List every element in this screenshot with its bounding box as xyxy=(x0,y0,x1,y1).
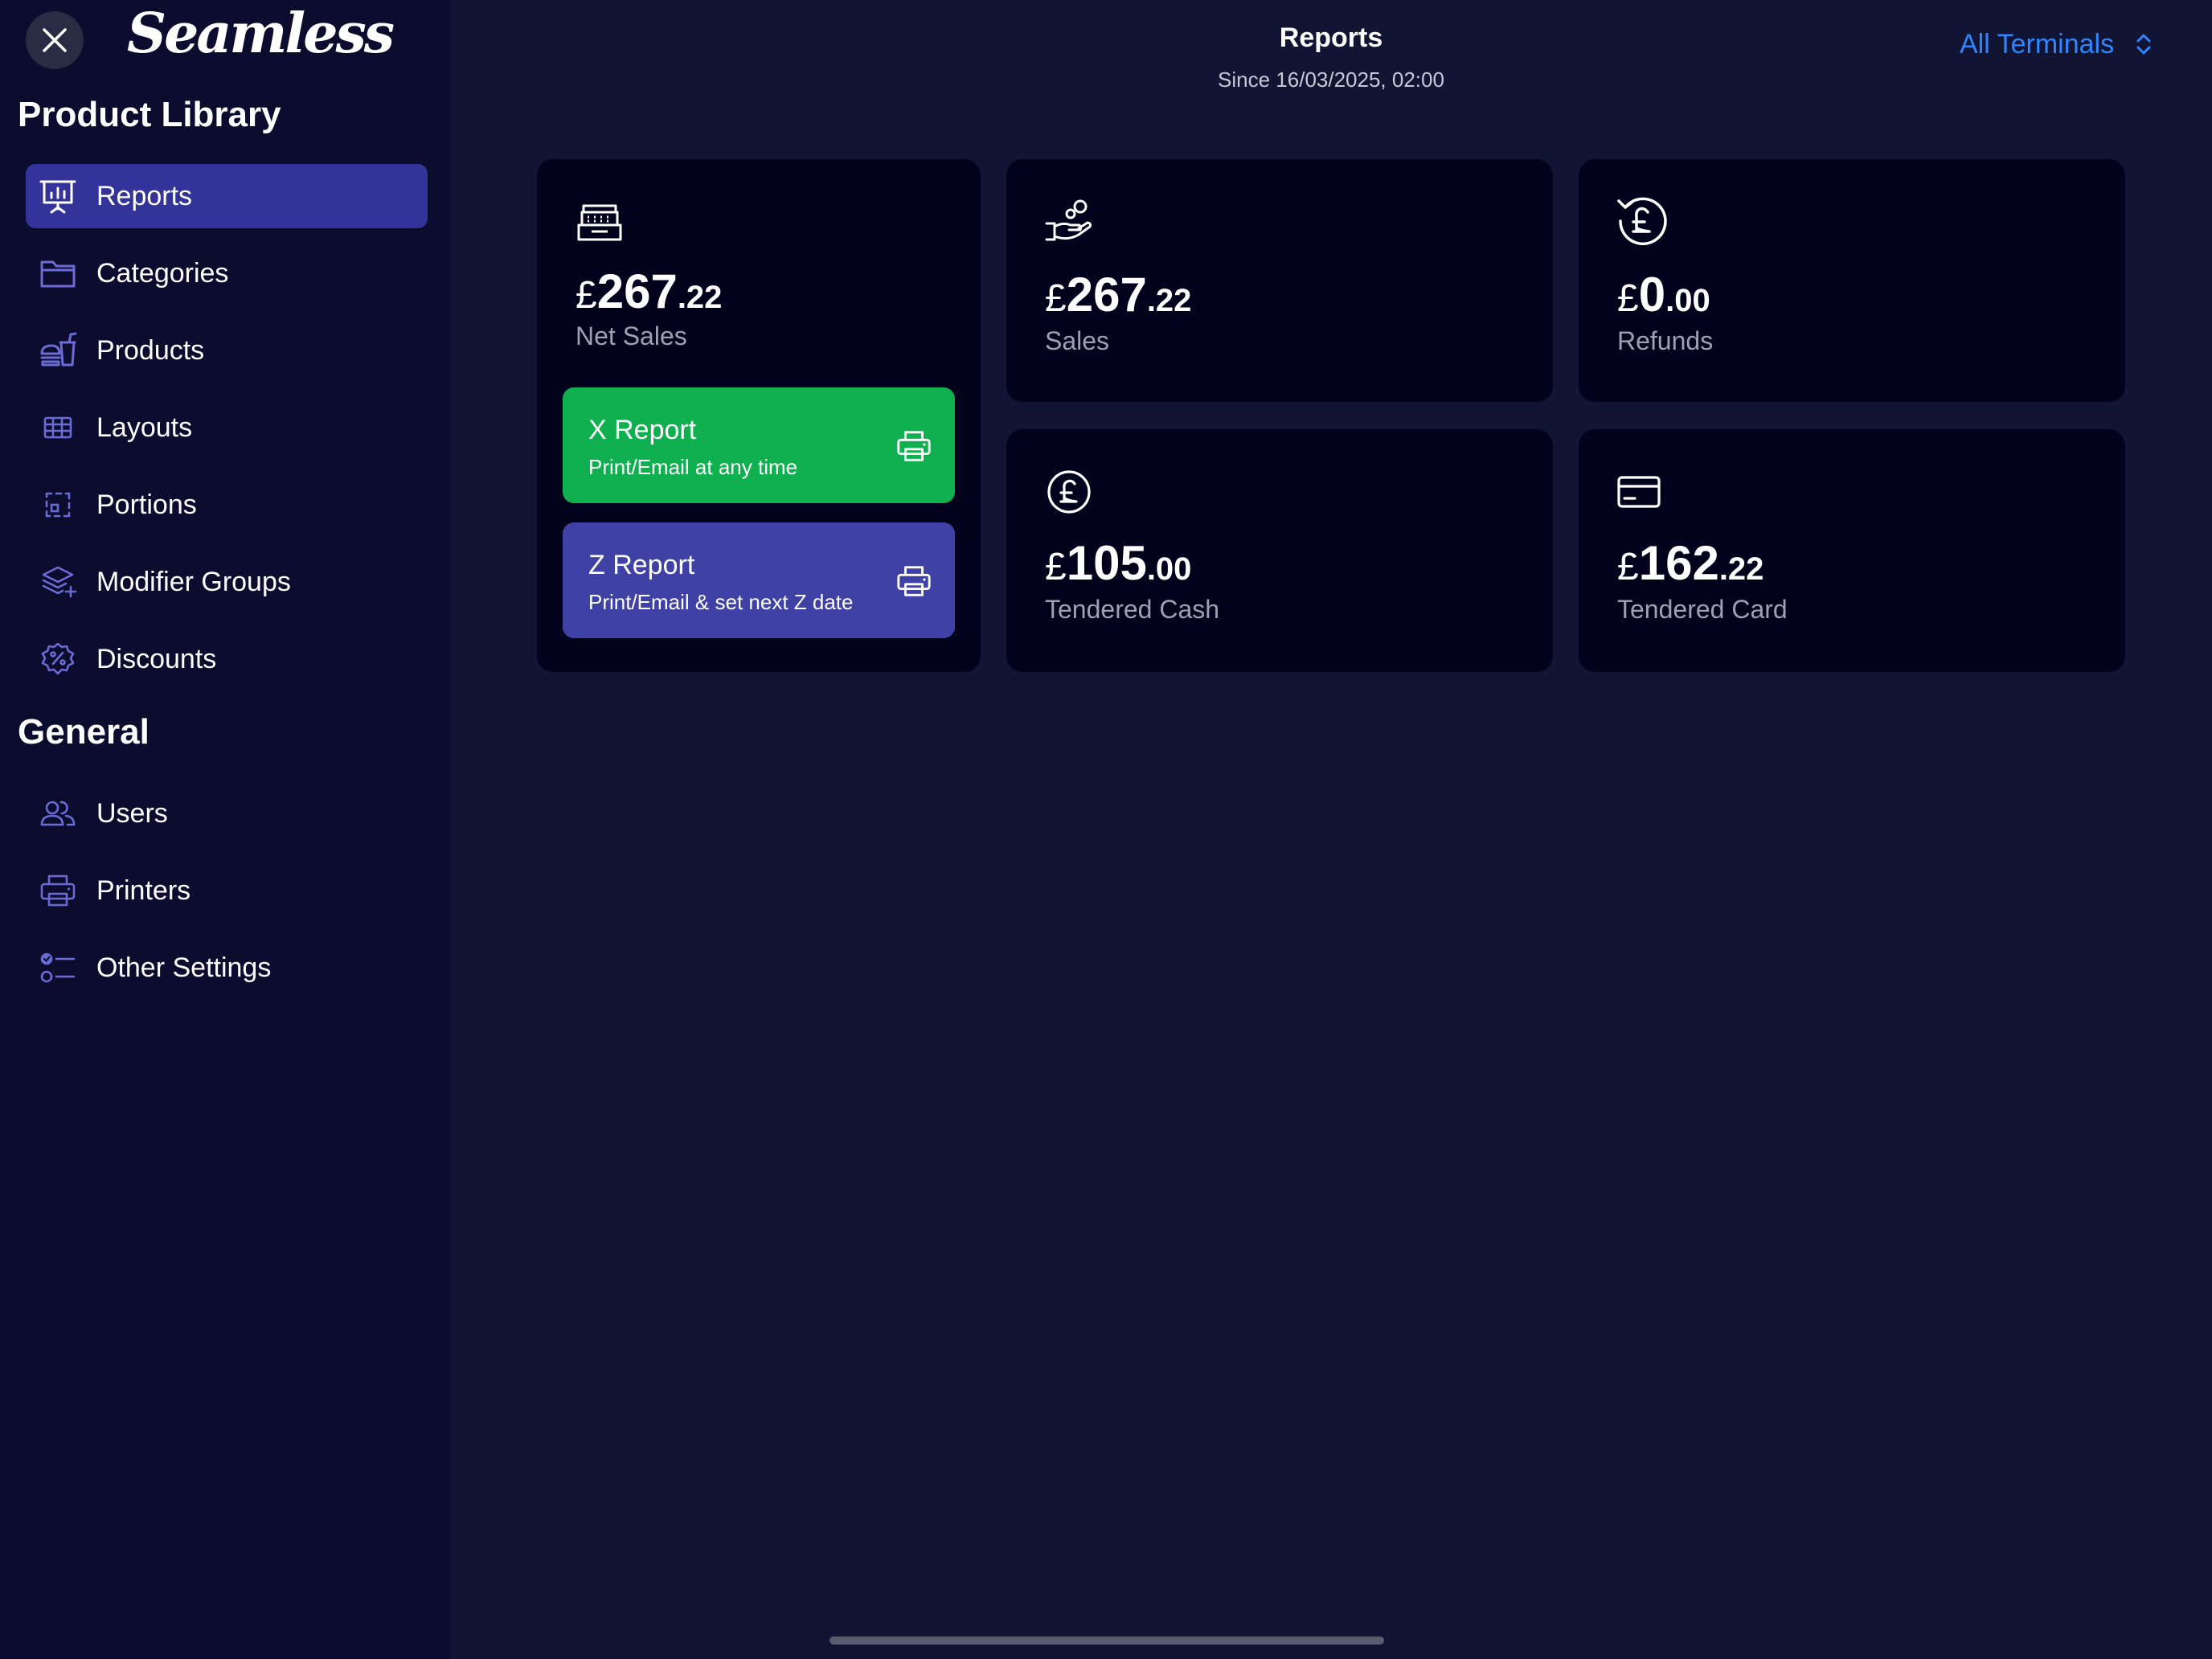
z-report-title: Z Report xyxy=(588,550,695,580)
presentation-chart-icon xyxy=(37,175,79,217)
sidebar-item-categories[interactable]: Categories xyxy=(26,241,428,305)
z-report-button[interactable]: Z Report Print/Email & set next Z date xyxy=(563,522,955,638)
printer-icon xyxy=(897,431,931,461)
refunds-label: Refunds xyxy=(1617,326,1714,355)
net-sales-label: Net Sales xyxy=(576,322,687,350)
currency-symbol: £ xyxy=(1045,277,1067,320)
x-report-button[interactable]: X Report Print/Email at any time xyxy=(563,387,955,503)
currency-symbol: £ xyxy=(1617,546,1639,588)
credit-card-icon xyxy=(1617,476,1661,508)
tendered-cash-label: Tendered Cash xyxy=(1045,595,1220,624)
sidebar-item-label: Portions xyxy=(96,489,197,520)
pound-refund-icon xyxy=(1617,197,1667,246)
cash-register-icon xyxy=(577,204,622,241)
grid-table-icon xyxy=(37,407,79,449)
page-subtitle: Since 16/03/2025, 02:00 xyxy=(1218,68,1444,92)
sidebar-item-other-settings[interactable]: Other Settings xyxy=(26,936,428,1000)
layers-icon xyxy=(37,561,79,603)
chevron-up-down-icon xyxy=(2136,34,2151,55)
sales-label: Sales xyxy=(1045,326,1110,355)
close-button[interactable] xyxy=(26,11,84,69)
sidebar-item-reports[interactable]: Reports xyxy=(26,164,428,228)
sidebar-item-portions[interactable]: Portions xyxy=(26,473,428,537)
amount-minor: .22 xyxy=(1146,283,1192,318)
sidebar: Seamless Product Library Reports Categor… xyxy=(0,0,450,1659)
x-report-desc: Print/Email at any time xyxy=(588,455,798,479)
folder-icon xyxy=(37,252,79,294)
amount-minor: .00 xyxy=(1146,551,1192,587)
amount-minor: .22 xyxy=(1718,551,1764,587)
section-title-general: General xyxy=(18,712,150,752)
z-report-desc: Print/Email & set next Z date xyxy=(588,590,854,614)
terminal-select-label: All Terminals xyxy=(1960,28,2115,59)
amount-minor: .00 xyxy=(1665,283,1710,318)
tendered-cash-card: £105.00 Tendered Cash xyxy=(1006,429,1553,672)
amount-major: 267 xyxy=(596,264,678,318)
pound-coin-icon xyxy=(1047,470,1091,514)
tendered-card-label: Tendered Card xyxy=(1617,595,1788,624)
brand-logo: Seamless xyxy=(127,2,395,66)
currency-symbol: £ xyxy=(1617,277,1639,320)
sidebar-item-label: Discounts xyxy=(96,643,217,674)
sidebar-item-label: Printers xyxy=(96,875,191,906)
printer-icon xyxy=(37,870,79,911)
amount-major: 105 xyxy=(1066,536,1147,590)
tendered-cash-amount: £105.00 xyxy=(1045,535,1191,591)
discount-badge-icon xyxy=(37,638,79,680)
net-sales-card: £267.22 Net Sales X Report Print/Email a… xyxy=(537,159,981,672)
home-indicator xyxy=(830,1636,1384,1645)
sidebar-item-products[interactable]: Products xyxy=(26,318,428,383)
sidebar-item-printers[interactable]: Printers xyxy=(26,858,428,923)
sidebar-item-label: Layouts xyxy=(96,412,193,443)
burger-drink-icon xyxy=(37,330,79,371)
refunds-card: £0.00 Refunds xyxy=(1579,159,2125,402)
sales-amount: £267.22 xyxy=(1045,267,1191,322)
amount-major: 0 xyxy=(1638,268,1666,322)
x-report-title: X Report xyxy=(588,415,697,445)
sidebar-item-label: Products xyxy=(96,334,205,366)
hand-coins-icon xyxy=(1045,199,1092,241)
currency-symbol: £ xyxy=(576,274,597,317)
sidebar-item-label: Other Settings xyxy=(96,952,272,983)
net-sales-amount: £267.22 xyxy=(576,264,722,319)
page-title: Reports xyxy=(1279,23,1383,53)
tendered-card-amount: £162.22 xyxy=(1617,535,1763,591)
terminal-select[interactable]: All Terminals xyxy=(1960,24,2153,64)
sidebar-item-modifier-groups[interactable]: Modifier Groups xyxy=(26,550,428,614)
section-title-product-library: Product Library xyxy=(18,95,281,134)
portion-icon xyxy=(37,484,79,526)
sidebar-item-users[interactable]: Users xyxy=(26,781,428,846)
sidebar-item-label: Reports xyxy=(96,180,193,211)
printer-icon xyxy=(897,566,931,596)
sidebar-item-label: Users xyxy=(96,797,168,829)
sidebar-item-discounts[interactable]: Discounts xyxy=(26,627,428,691)
checklist-icon xyxy=(37,947,79,989)
amount-major: 267 xyxy=(1066,268,1147,322)
sidebar-item-label: Categories xyxy=(96,257,229,289)
sidebar-item-layouts[interactable]: Layouts xyxy=(26,395,428,460)
sales-card: £267.22 Sales xyxy=(1006,159,1553,402)
tendered-card-card: £162.22 Tendered Card xyxy=(1579,429,2125,672)
amount-major: 162 xyxy=(1638,536,1719,590)
users-icon xyxy=(37,793,79,834)
amount-minor: .22 xyxy=(677,280,723,315)
refunds-amount: £0.00 xyxy=(1617,267,1710,322)
currency-symbol: £ xyxy=(1045,546,1067,588)
sidebar-item-label: Modifier Groups xyxy=(96,566,291,597)
close-icon xyxy=(43,28,67,52)
